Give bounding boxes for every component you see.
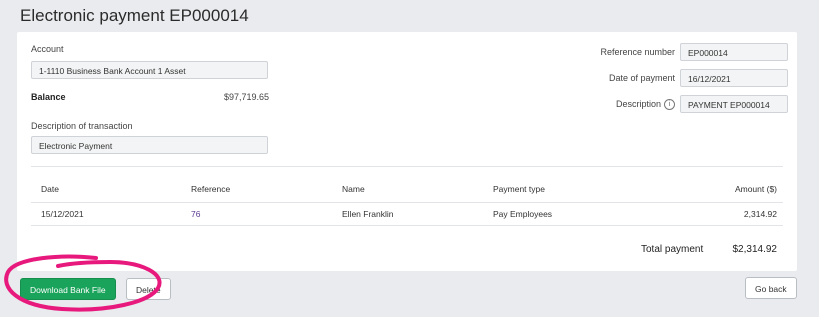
- reference-number-label: Reference number: [600, 47, 675, 57]
- description-of-transaction-field[interactable]: Electronic Payment: [31, 136, 268, 154]
- row-divider: [31, 225, 783, 226]
- delete-button[interactable]: Delete: [126, 278, 171, 300]
- balance-label: Balance: [31, 92, 66, 102]
- column-header-payment-type: Payment type: [493, 184, 545, 194]
- balance-value: $97,719.65: [223, 92, 269, 102]
- page-title: Electronic payment EP000014: [20, 6, 249, 25]
- date-of-payment-label: Date of payment: [608, 73, 675, 83]
- cell-payment-type: Pay Employees: [493, 209, 553, 219]
- info-icon[interactable]: i: [664, 99, 675, 110]
- column-header-reference: Reference: [191, 184, 231, 194]
- column-header-name: Name: [342, 184, 365, 194]
- account-field[interactable]: 1-1110 Business Bank Account 1 Asset: [31, 61, 268, 79]
- account-label: Account: [31, 44, 64, 54]
- go-back-button[interactable]: Go back: [745, 277, 797, 299]
- cell-amount: 2,314.92: [743, 209, 777, 219]
- description-field[interactable]: PAYMENT EP000014: [680, 95, 788, 113]
- cell-date: 15/12/2021: [41, 209, 84, 219]
- description-label: Description: [615, 99, 661, 109]
- total-payment-value: $2,314.92: [732, 244, 778, 255]
- header-divider: [31, 202, 783, 203]
- column-header-date: Date: [41, 184, 59, 194]
- column-header-amount: Amount ($): [734, 184, 777, 194]
- download-bank-file-button[interactable]: Download Bank File: [20, 278, 116, 300]
- description-of-transaction-label: Description of transaction: [31, 121, 133, 131]
- payment-card: Account 1-1110 Business Bank Account 1 A…: [17, 32, 797, 271]
- section-divider: [31, 166, 783, 167]
- date-of-payment-field[interactable]: 16/12/2021: [680, 69, 788, 87]
- cell-reference-link[interactable]: 76: [191, 209, 200, 219]
- reference-number-field[interactable]: EP000014: [680, 43, 788, 61]
- cell-name: Ellen Franklin: [342, 209, 394, 219]
- total-payment-label: Total payment: [641, 244, 704, 255]
